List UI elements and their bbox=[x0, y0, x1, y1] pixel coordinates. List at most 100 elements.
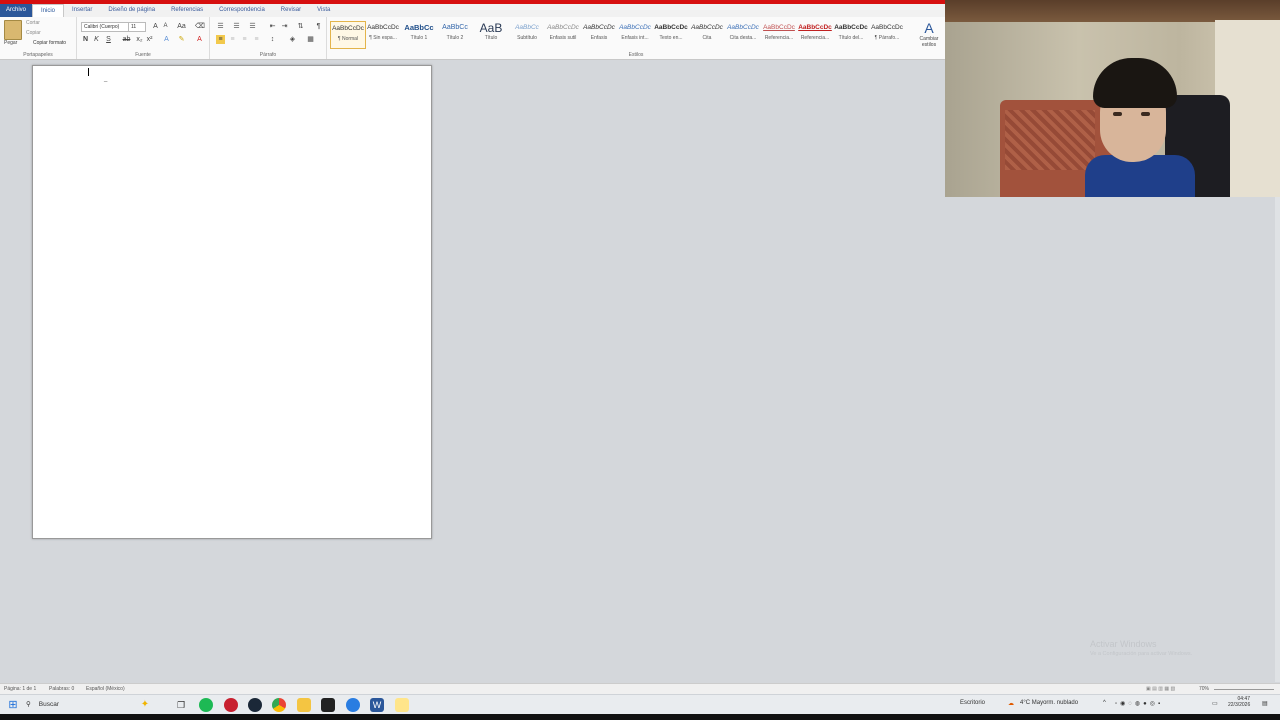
style-enfasis-intenso[interactable]: AaBbCcDc Énfasis int... bbox=[618, 21, 652, 47]
tab-referencias[interactable]: Referencias bbox=[163, 4, 211, 17]
style-subtitulo[interactable]: AaBbCc Subtítulo bbox=[510, 21, 544, 47]
file-explorer-icon[interactable] bbox=[297, 698, 311, 712]
strikethrough-icon[interactable]: ab bbox=[122, 35, 131, 44]
tray-chevron-icon[interactable]: ^ bbox=[1103, 700, 1106, 706]
style-parrafo-lista[interactable]: AaBbCcDc ¶ Párrafo... bbox=[870, 21, 904, 47]
tab-vista[interactable]: Vista bbox=[309, 4, 338, 17]
underline-button[interactable]: S bbox=[104, 35, 113, 44]
tab-diseno-pagina[interactable]: Diseño de página bbox=[100, 4, 163, 17]
capcut-icon[interactable] bbox=[321, 698, 335, 712]
style-titulo-1[interactable]: AaBbCc Título 1 bbox=[402, 21, 436, 47]
steam-icon[interactable] bbox=[248, 698, 262, 712]
style-name: Énfasis bbox=[590, 35, 608, 41]
word-taskbar-icon[interactable]: W bbox=[370, 698, 384, 712]
word-count[interactable]: Palabras: 0 bbox=[49, 686, 74, 692]
page-count[interactable]: Página: 1 de 1 bbox=[4, 686, 36, 692]
style-name: Referencia... bbox=[800, 35, 830, 41]
text-effects-icon[interactable]: A bbox=[162, 35, 171, 44]
style-titulo[interactable]: AaB Título bbox=[474, 21, 508, 47]
font-color-icon[interactable]: A bbox=[195, 35, 204, 44]
shading-icon[interactable]: ◈ bbox=[288, 35, 297, 44]
style-name: Cita bbox=[702, 35, 712, 41]
tray-icons[interactable]: ▫◉◌◍●◎▪ bbox=[1115, 700, 1163, 707]
style-texto-en-negrita[interactable]: AaBbCcDc Texto en... bbox=[654, 21, 688, 47]
bold-button[interactable]: N bbox=[81, 35, 90, 44]
align-center-icon[interactable]: ≡ bbox=[228, 35, 237, 44]
task-view-icon[interactable]: ❐ bbox=[174, 698, 188, 712]
line-spacing-icon[interactable]: ↕ bbox=[268, 35, 277, 44]
tab-revisar[interactable]: Revisar bbox=[273, 4, 309, 17]
clear-format-icon[interactable]: ⌫ bbox=[195, 22, 205, 31]
weather-text[interactable]: 4°C Mayorm. nublado bbox=[1020, 700, 1078, 706]
style-name: Título 2 bbox=[446, 35, 464, 41]
sort-icon[interactable]: ⇅ bbox=[296, 22, 305, 31]
zoom-slider[interactable] bbox=[1214, 689, 1274, 690]
style-preview: AaBbCc bbox=[404, 23, 434, 32]
font-name-select[interactable]: Calibri (Cuerpo) bbox=[81, 22, 129, 32]
change-case-icon[interactable]: Aa bbox=[177, 22, 186, 31]
borders-icon[interactable]: ▦ bbox=[306, 35, 315, 44]
increase-indent-icon[interactable]: ⇥ bbox=[280, 22, 289, 31]
highlight-icon[interactable]: ✎ bbox=[177, 35, 186, 44]
paragraph-group: ☰ ☰ ☰ ⇤ ⇥ ⇅ ¶ ≡ ≡ ≡ ≡ ↕ ◈ ▦ Párrafo bbox=[210, 17, 327, 59]
style-titulo-2[interactable]: AaBbCc Título 2 bbox=[438, 21, 472, 47]
copilot-sparkle-icon[interactable]: ✦ bbox=[138, 698, 152, 712]
edge-icon[interactable] bbox=[346, 698, 360, 712]
notifications-icon[interactable]: ▤ bbox=[1262, 700, 1268, 707]
paste-button[interactable] bbox=[4, 20, 22, 40]
style-cita-destacada[interactable]: AaBbCcDc Cita desta... bbox=[726, 21, 760, 47]
style-name: ¶ Normal bbox=[337, 36, 359, 42]
copy-button[interactable]: Copiar bbox=[26, 30, 41, 36]
document-page[interactable] bbox=[32, 65, 432, 539]
taskbar-search[interactable]: ⚲ Buscar bbox=[26, 698, 156, 712]
notes-icon[interactable] bbox=[395, 698, 409, 712]
style-name: Énfasis int... bbox=[621, 35, 649, 41]
change-styles-button[interactable]: A Cambiar estilos bbox=[915, 20, 943, 48]
subscript-icon[interactable]: x₂ bbox=[135, 35, 144, 44]
tab-insertar[interactable]: Insertar bbox=[64, 4, 100, 17]
tab-inicio[interactable]: Inicio bbox=[32, 4, 65, 17]
style-enfasis-sutil[interactable]: AaBbCcDc Énfasis sutil bbox=[546, 21, 580, 47]
paragraph-mark: _ bbox=[104, 76, 108, 82]
format-painter-button[interactable]: Copiar formato bbox=[33, 40, 66, 46]
align-right-icon[interactable]: ≡ bbox=[240, 35, 249, 44]
spotify-icon[interactable] bbox=[199, 698, 213, 712]
font-size-select[interactable]: 11 bbox=[128, 22, 146, 32]
style-enfasis[interactable]: AaBbCcDc Énfasis bbox=[582, 21, 616, 47]
search-label: Buscar bbox=[38, 701, 59, 708]
style-cita[interactable]: AaBbCcDc Cita bbox=[690, 21, 724, 47]
zoom-level[interactable]: 70% bbox=[1199, 686, 1209, 692]
chrome-icon[interactable] bbox=[272, 698, 286, 712]
change-styles-label: Cambiar estilos bbox=[919, 36, 939, 48]
desktop-label[interactable]: Escritorio bbox=[960, 700, 985, 706]
show-marks-icon[interactable]: ¶ bbox=[314, 22, 323, 31]
clock[interactable]: 04:47 22/3/2026 bbox=[1228, 696, 1250, 708]
numbering-icon[interactable]: ☰ bbox=[232, 22, 241, 31]
superscript-icon[interactable]: x² bbox=[145, 35, 154, 44]
tab-archivo[interactable]: Archivo bbox=[0, 4, 33, 17]
multilevel-list-icon[interactable]: ☰ bbox=[248, 22, 257, 31]
style-sin-espaciado[interactable]: AaBbCcDc ¶ Sin espa... bbox=[366, 21, 400, 47]
style-preview: AaBbCcDc bbox=[332, 25, 364, 32]
windows-start-icon[interactable]: ⊞ bbox=[6, 698, 20, 712]
justify-icon[interactable]: ≡ bbox=[252, 35, 261, 44]
clipboard-group: Pegar Cortar Copiar Copiar formato Porta… bbox=[0, 17, 77, 59]
network-icon[interactable]: ▭ bbox=[1212, 700, 1218, 707]
opera-icon[interactable] bbox=[224, 698, 238, 712]
grow-font-icon[interactable]: A bbox=[151, 22, 160, 31]
view-buttons-icon[interactable]: ▣ ▤ ▥ ▦ ▧ bbox=[1146, 686, 1175, 692]
shrink-font-icon[interactable]: A bbox=[161, 22, 170, 31]
style-preview: AaBbCc bbox=[515, 24, 539, 31]
style-titulo-del-libro[interactable]: AaBbCcDc Título del... bbox=[834, 21, 868, 47]
tab-correspondencia[interactable]: Correspondencia bbox=[211, 4, 273, 17]
bullets-icon[interactable]: ☰ bbox=[216, 22, 225, 31]
style-normal[interactable]: AaBbCcDc ¶ Normal bbox=[330, 21, 366, 49]
align-left-icon[interactable]: ≡ bbox=[216, 35, 225, 44]
style-referencia-sutil[interactable]: AaBbCcDc Referencia... bbox=[762, 21, 796, 47]
style-referencia-intensa[interactable]: AaBbCcDc Referencia... bbox=[798, 21, 832, 47]
decrease-indent-icon[interactable]: ⇤ bbox=[268, 22, 277, 31]
cut-button[interactable]: Cortar bbox=[26, 20, 40, 26]
language-indicator[interactable]: Español (México) bbox=[86, 686, 125, 692]
style-preview: AaBbCcDc bbox=[834, 24, 868, 31]
italic-button[interactable]: K bbox=[92, 35, 101, 44]
